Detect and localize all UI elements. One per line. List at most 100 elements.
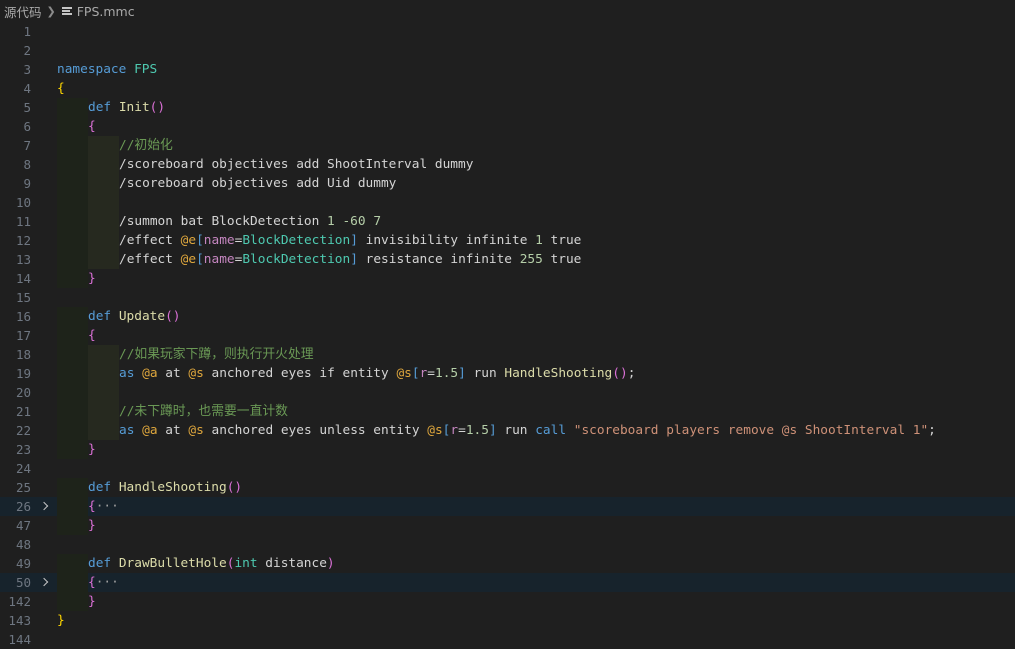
code-token: } (88, 518, 96, 533)
code-token: BlockDetection (242, 252, 351, 267)
code-token: run (496, 423, 536, 438)
indent-guide (57, 117, 88, 136)
code-editor[interactable]: 1 2 3 namespace FPS 4{5 def Init() 6{7//初始化 8/s… (0, 22, 1015, 647)
code-line[interactable]: 11/summon bat BlockDetection 1 -60 7 (0, 212, 1015, 231)
line-number: 142 (8, 594, 31, 609)
line-number: 48 (15, 537, 31, 552)
code-token: HandleShooting (118, 480, 227, 495)
code-line[interactable]: 19 as @a at @s anchored eyes if entity @s… (0, 364, 1015, 383)
indent-guide (57, 516, 88, 535)
indent-guide (57, 440, 88, 459)
code-text: /scoreboard objectives add Uid dummy (119, 174, 396, 193)
indent-guide (57, 421, 88, 440)
code-token: "scoreboard players remove @s ShootInter… (573, 423, 929, 438)
line-number: 5 (23, 100, 31, 115)
indent-guide (57, 155, 88, 174)
indent-guide (57, 326, 88, 345)
code-line[interactable]: 14} (0, 269, 1015, 288)
indent-guide (88, 212, 119, 231)
folded-ellipsis[interactable]: ··· (96, 499, 119, 514)
code-token: = (458, 423, 466, 438)
code-line[interactable]: 15 (0, 288, 1015, 307)
code-line[interactable]: 17 { (0, 326, 1015, 345)
code-token: //初始化 (119, 138, 173, 153)
code-line[interactable]: 9/scoreboard objectives add Uid dummy (0, 174, 1015, 193)
code-line[interactable]: 12/effect @e[name=BlockDetection] invisi… (0, 231, 1015, 250)
indent-guide (88, 250, 119, 269)
code-token: at (157, 423, 189, 438)
line-number: 7 (23, 138, 31, 153)
folded-ellipsis[interactable]: ··· (96, 575, 119, 590)
code-line[interactable]: 20 (0, 383, 1015, 402)
code-token: { (88, 575, 96, 590)
code-line[interactable]: 4{ (0, 79, 1015, 98)
indent-guide (57, 478, 88, 497)
code-line[interactable]: 2 (0, 41, 1015, 60)
indent-guide (57, 497, 88, 516)
code-text: {··· (88, 497, 119, 516)
code-line[interactable]: 10 (0, 193, 1015, 212)
line-number: 20 (15, 385, 31, 400)
breadcrumb-folder[interactable]: 源代码 (4, 2, 42, 21)
code-line[interactable]: 25 def HandleShooting() (0, 478, 1015, 497)
code-token: -60 (342, 214, 366, 229)
code-line[interactable]: 6{ (0, 117, 1015, 136)
code-token: run (465, 366, 505, 381)
breadcrumb-file[interactable]: FPS.mmc (77, 4, 135, 19)
line-number: 6 (23, 119, 31, 134)
code-token: { (88, 328, 96, 343)
indent-guide (57, 231, 88, 250)
line-number: 14 (15, 271, 31, 286)
code-token: () (165, 309, 181, 324)
code-text: //未下蹲时，也需要一直计数 (119, 402, 288, 421)
code-token: 1 (535, 233, 543, 248)
code-line[interactable]: 24 (0, 459, 1015, 478)
code-line[interactable]: 26 {··· (0, 497, 1015, 516)
code-line[interactable]: 49 def DrawBulletHole(int distance) (0, 554, 1015, 573)
indent-guide (57, 573, 88, 592)
indent-guide (57, 193, 88, 212)
code-line[interactable]: 7 //初始化 (0, 136, 1015, 155)
code-line[interactable]: 8/scoreboard objectives add ShootInterva… (0, 155, 1015, 174)
code-line[interactable]: 48 (0, 535, 1015, 554)
code-token: ; (627, 366, 636, 381)
fold-chevron-icon[interactable] (40, 573, 50, 592)
code-line[interactable]: 22 as @a at @s anchored eyes unless entit… (0, 421, 1015, 440)
code-line[interactable]: 3 namespace FPS (0, 60, 1015, 79)
code-token: def (88, 100, 112, 115)
code-line[interactable]: 50 {··· (0, 573, 1015, 592)
code-token: at (157, 366, 189, 381)
code-text: {··· (88, 573, 119, 592)
code-line[interactable]: 23} (0, 440, 1015, 459)
indent-guide (57, 364, 88, 383)
code-token: name (203, 252, 235, 267)
code-text: { (88, 117, 96, 136)
code-line[interactable]: 16 def Update() (0, 307, 1015, 326)
fold-chevron-icon[interactable] (40, 497, 50, 516)
code-line[interactable]: 13/effect @e[name=BlockDetection] resist… (0, 250, 1015, 269)
code-line[interactable]: 21 //未下蹲时，也需要一直计数 (0, 402, 1015, 421)
code-token: @a (142, 423, 158, 438)
code-line[interactable]: 143} (0, 611, 1015, 630)
code-line[interactable]: 18 //如果玩家下蹲，则执行开火处理 (0, 345, 1015, 364)
line-number: 47 (15, 518, 31, 533)
code-text: def HandleShooting() (88, 478, 242, 497)
code-text: { (88, 326, 96, 345)
indent-guide (88, 155, 119, 174)
code-line[interactable]: 5 def Init() (0, 98, 1015, 117)
code-line[interactable]: 142} (0, 592, 1015, 611)
code-line[interactable]: 144 (0, 630, 1015, 649)
indent-guide (57, 307, 88, 326)
code-token: @a (142, 366, 158, 381)
line-number: 19 (15, 366, 31, 381)
code-line[interactable]: 47} (0, 516, 1015, 535)
code-token: ) (326, 556, 335, 571)
code-line[interactable]: 1 (0, 22, 1015, 41)
code-text: /effect @e[name=BlockDetection] invisibi… (119, 231, 581, 250)
code-token: int (234, 556, 258, 571)
code-token: @s (427, 423, 443, 438)
code-token: ] (458, 366, 466, 381)
